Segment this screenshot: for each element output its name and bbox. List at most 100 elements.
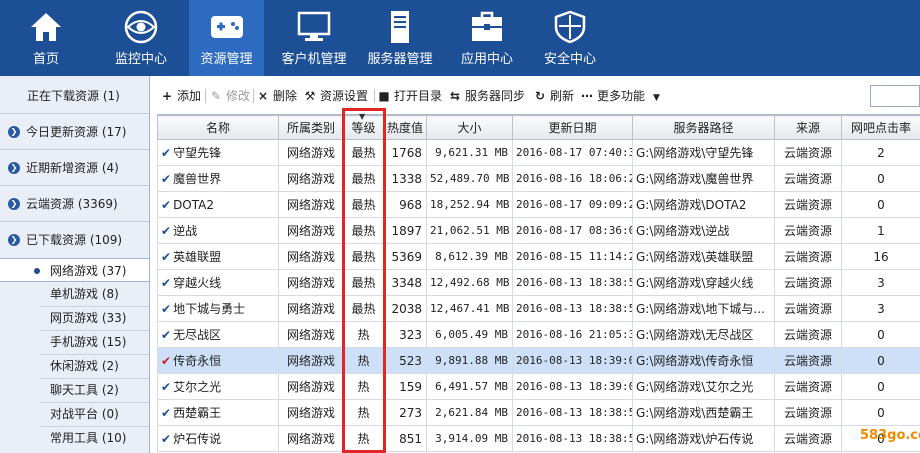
- table-cell: 0: [841, 321, 920, 348]
- sidebar-sub-online-games[interactable]: 网络游戏 (37): [0, 258, 149, 282]
- table-cell: 2,621.84 MB: [426, 399, 513, 426]
- more-functions-button[interactable]: ⋯ 更多功能 ▼: [581, 84, 660, 108]
- home-icon: [31, 13, 61, 41]
- table-row[interactable]: ✔ 无尽战区 网络游戏热 323 6,005.49 MB 2016-08-16 21:05…: [157, 321, 920, 348]
- sidebar-sub-common-tools[interactable]: 常用工具 (10): [0, 426, 149, 450]
- table-cell: 3: [841, 269, 920, 296]
- column-header-heat[interactable]: 热度值: [383, 115, 427, 140]
- toolbar: + 添加 ✎ 修改 × 删除 ⚒ 资源设置 ■ 打开目录 ⇆ 服务器同步 ↻ 刷新 ⋯ 更多功能…: [153, 84, 920, 108]
- chevron-down-icon: ❯: [8, 234, 20, 246]
- table-cell: 2016-08-15 11:14:24: [512, 243, 633, 270]
- table-cell: ✔ 守望先锋: [157, 139, 279, 166]
- table-cell: 9,621.31 MB: [426, 139, 513, 166]
- sort-arrow-icon: ▼: [359, 112, 366, 121]
- sidebar-sub-battle-platforms[interactable]: 对战平台 (0): [0, 402, 149, 426]
- table-row[interactable]: ✔ 艾尔之光 网络游戏热 159 6,491.57 MB 2016-08-13 18:39…: [157, 373, 920, 400]
- table-cell: 云端资源: [774, 399, 842, 426]
- table-cell: ✔ 西楚霸王: [157, 399, 279, 426]
- table-cell: 2016-08-13 18:38:57: [512, 425, 633, 452]
- table-cell: 云端资源: [774, 347, 842, 374]
- column-header-click-rate[interactable]: 网吧点击率: [841, 115, 920, 140]
- table-cell: 2016-08-13 18:39:05: [512, 347, 633, 374]
- table-cell: ✔ 传奇永恒: [157, 347, 279, 374]
- table-row[interactable]: ✔ DOTA2 网络游戏 最热 968 18,252.94 MB 2016-08-17 09…: [157, 191, 920, 218]
- nav-client-management[interactable]: 客户机管理: [278, 0, 350, 76]
- table-cell: G:\网络游戏\西楚霸王: [632, 399, 775, 426]
- column-header-update-date[interactable]: 更新日期: [512, 115, 633, 140]
- sidebar-item-downloaded[interactable]: ❯ 已下载资源 (109): [0, 222, 149, 258]
- table-cell: ✔ 无尽战区: [157, 321, 279, 348]
- divider: [205, 89, 206, 103]
- table-cell: 52,489.70 MB: [426, 165, 513, 192]
- table-row[interactable]: ✔ 地下城与勇士 网络游戏 最热 2038 12,467.41 MB 2016-08-13 …: [157, 295, 920, 322]
- table-cell: 网络游戏: [278, 295, 344, 322]
- sidebar-sub-chat-tools[interactable]: 聊天工具 (2): [0, 378, 149, 402]
- table-cell: G:\网络游戏\守望先锋: [632, 139, 775, 166]
- nav-home[interactable]: 首页: [18, 0, 74, 76]
- table-cell: 最热: [343, 165, 384, 192]
- table-cell: 2016-08-17 08:36:07: [512, 217, 633, 244]
- nav-app-center[interactable]: 应用中心: [459, 0, 515, 76]
- delete-button[interactable]: × 删除: [257, 84, 297, 108]
- table-row[interactable]: ✔ 英雄联盟 网络游戏 最热 5369 8,612.39 MB 2016-08-15 11:…: [157, 243, 920, 270]
- table-cell: 网络游戏: [278, 191, 344, 218]
- resource-settings-button[interactable]: ⚒ 资源设置: [304, 84, 368, 108]
- refresh-icon: ↻: [534, 89, 546, 103]
- sidebar-item-cloud-resources[interactable]: ❯ 云端资源 (3369): [0, 186, 149, 222]
- column-header-server-path[interactable]: 服务器路径: [632, 115, 775, 140]
- table-row[interactable]: ✔ 西楚霸王 网络游戏热 273 2,621.84 MB 2016-08-13 18:38…: [157, 399, 920, 426]
- column-header-source[interactable]: 来源: [774, 115, 842, 140]
- nav-server-management[interactable]: 服务器管理: [366, 0, 434, 76]
- table-cell: 2016-08-13 18:38:56: [512, 295, 633, 322]
- table-cell: 最热: [343, 295, 384, 322]
- table-row[interactable]: ✔ 守望先锋 网络游戏 最热 1768 9,621.31 MB 2016-08-17 07:…: [157, 139, 920, 166]
- table-row[interactable]: ✔ 传奇永恒 网络游戏热 523 9,891.88 MB 2016-08-13 18:39…: [157, 347, 920, 374]
- column-header-size[interactable]: 大小: [426, 115, 513, 140]
- table-row[interactable]: ✔ 穿越火线 网络游戏 最热 3348 12,492.68 MB 2016-08-13 18…: [157, 269, 920, 296]
- table-cell: 1338: [383, 165, 427, 192]
- table-cell: 网络游戏: [278, 243, 344, 270]
- nav-monitor-center[interactable]: 监控中心: [106, 0, 176, 76]
- column-header-name[interactable]: 名称: [157, 115, 279, 140]
- table-cell: 2016-08-13 18:38:57: [512, 399, 633, 426]
- chevron-down-icon: ▼: [653, 93, 660, 103]
- table-cell: 云端资源: [774, 295, 842, 322]
- eye-icon: [124, 10, 158, 44]
- sidebar-item-updated-today[interactable]: ❯ 今日更新资源 (17): [0, 114, 149, 150]
- sync-icon: ⇆: [449, 89, 461, 103]
- sidebar-sub-web-games[interactable]: 网页游戏 (33): [0, 306, 149, 330]
- table-cell: 0: [841, 373, 920, 400]
- sidebar-sub-mobile-games[interactable]: 手机游戏 (15): [0, 330, 149, 354]
- server-sync-button[interactable]: ⇆ 服务器同步: [449, 84, 525, 108]
- search-input[interactable]: [870, 85, 920, 107]
- table-row[interactable]: ✔ 逆战 网络游戏 最热 1897 21,062.51 MB 2016-08-17 08:3…: [157, 217, 920, 244]
- divider: [253, 89, 254, 103]
- edit-button[interactable]: ✎ 修改: [210, 84, 250, 108]
- table-cell: 3: [841, 295, 920, 322]
- table-cell: 0: [841, 191, 920, 218]
- sidebar-sub-casual-games[interactable]: 休闲游戏 (2): [0, 354, 149, 378]
- table-cell: 热: [343, 347, 384, 374]
- table-row[interactable]: ✔ 魔兽世界 网络游戏 最热 1338 52,489.70 MB 2016-08-16 18…: [157, 165, 920, 192]
- column-header-category[interactable]: 所属类别: [278, 115, 344, 140]
- table-cell: 6,491.57 MB: [426, 373, 513, 400]
- table-cell: 2038: [383, 295, 427, 322]
- check-icon: ✔: [161, 380, 172, 394]
- table-row[interactable]: ✔ 炉石传说 网络游戏热 851 3,914.09 MB 2016-08-13 18:38…: [157, 425, 920, 452]
- sidebar-sub-single-games[interactable]: 单机游戏 (8): [0, 282, 149, 306]
- table-cell: G:\网络游戏\地下城与...: [632, 295, 775, 322]
- table-cell: 云端资源: [774, 321, 842, 348]
- sidebar-item-downloading[interactable]: 正在下载资源 (1): [0, 78, 149, 114]
- table-cell: 2016-08-17 09:09:29: [512, 191, 633, 218]
- add-button[interactable]: + 添加: [161, 84, 201, 108]
- nav-security-center[interactable]: 安全中心: [542, 0, 598, 76]
- sidebar: 正在下载资源 (1) ❯ 今日更新资源 (17) ❯ 近期新增资源 (4) ❯ …: [0, 76, 150, 453]
- refresh-button[interactable]: ↻ 刷新: [534, 84, 574, 108]
- updating-icon: ✔: [161, 354, 172, 368]
- sidebar-item-recent-added[interactable]: ❯ 近期新增资源 (4): [0, 150, 149, 186]
- open-directory-button[interactable]: ■ 打开目录: [378, 84, 442, 108]
- table-cell: G:\网络游戏\DOTA2: [632, 191, 775, 218]
- table-cell: ✔ 穿越火线: [157, 269, 279, 296]
- nav-resource-management[interactable]: 资源管理: [189, 0, 264, 76]
- table-cell: 273: [383, 399, 427, 426]
